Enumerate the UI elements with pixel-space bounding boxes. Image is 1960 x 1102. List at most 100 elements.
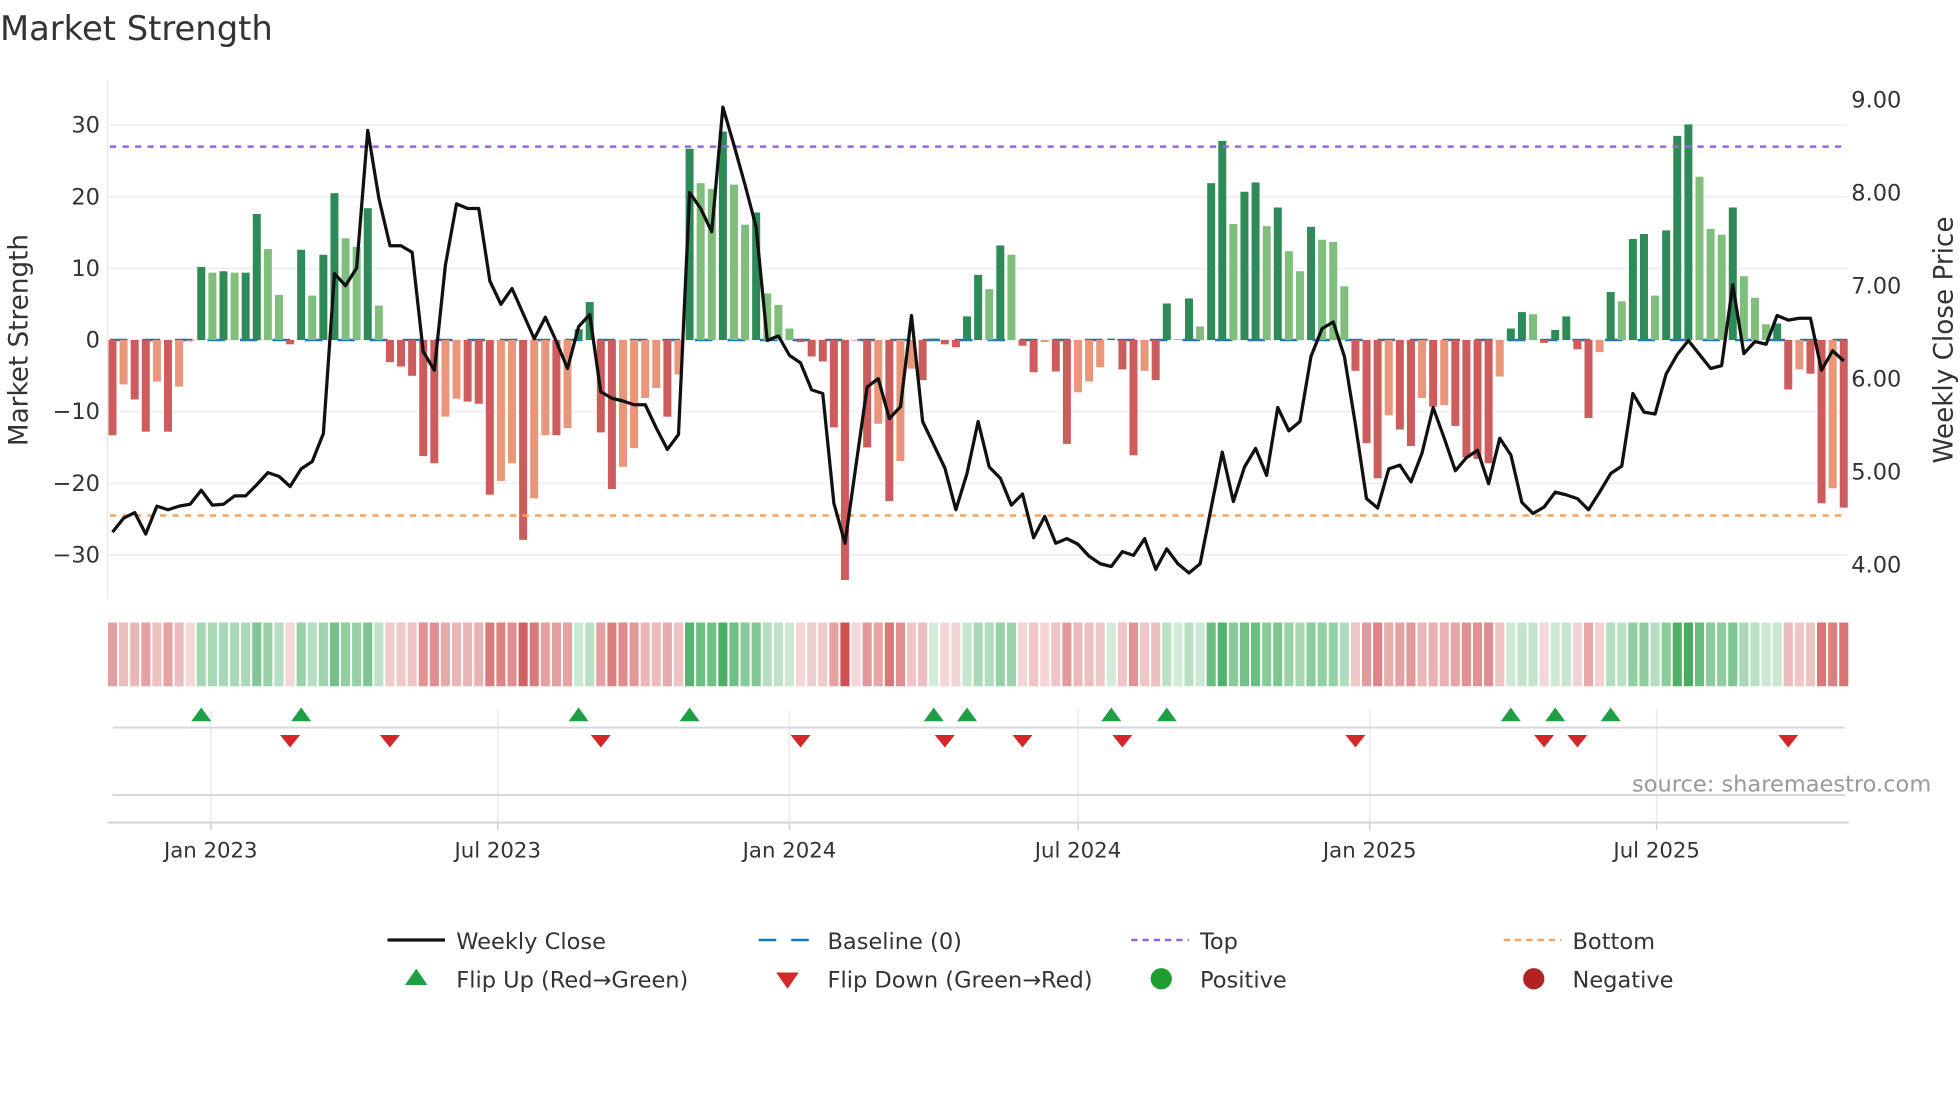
heat-cell xyxy=(485,622,495,687)
strength-bar xyxy=(252,213,261,340)
heat-cell xyxy=(1017,622,1028,687)
strength-bar xyxy=(1418,340,1427,399)
legend-item-down: Flip Down (Green→Red) xyxy=(776,968,1093,994)
heat-cell xyxy=(141,622,151,687)
flip-up-marker xyxy=(923,707,944,722)
heat-cell xyxy=(119,622,129,687)
heat-cell xyxy=(1728,622,1738,687)
heat-cell xyxy=(1251,622,1261,687)
heat-cell xyxy=(285,622,295,687)
heat-cell xyxy=(607,622,617,687)
heat-cell xyxy=(1783,622,1793,687)
flip-up-marker xyxy=(191,707,212,722)
legend-label: Negative xyxy=(1573,968,1674,994)
legend-label: Bottom xyxy=(1573,929,1656,955)
heat-cell xyxy=(1495,622,1505,687)
heat-cell xyxy=(1084,622,1094,687)
strength-bar xyxy=(286,340,295,345)
strength-bar xyxy=(1162,303,1171,340)
strength-bar xyxy=(163,340,172,432)
heat-cell xyxy=(1350,622,1360,687)
legend: Weekly Close Baseline (0) Top Bottom Flip Up… xyxy=(387,929,1673,994)
heat-cell xyxy=(1461,622,1471,687)
strength-bar xyxy=(1240,191,1249,340)
heat-cell xyxy=(862,622,872,687)
flip-down-marker xyxy=(1112,735,1133,748)
flip-down-marker xyxy=(1778,735,1799,748)
strength-bar xyxy=(1085,340,1094,382)
strength-bar xyxy=(1451,340,1460,426)
heat-cell xyxy=(951,622,961,687)
heat-cell xyxy=(507,622,517,687)
strength-bar xyxy=(963,316,972,340)
positive-dot-icon xyxy=(1150,968,1172,990)
heat-cell xyxy=(840,622,850,687)
legend-label: Positive xyxy=(1200,968,1287,994)
market-strength-chart: Market Strength 30 20 10 0 −10 −20 −30 9.00 8.0… xyxy=(0,9,1960,994)
heat-cell xyxy=(1639,622,1649,687)
heat-cell xyxy=(1361,622,1372,687)
left-axis-label: Market Strength xyxy=(5,234,35,446)
y2-tick-label: 6.00 xyxy=(1851,367,1901,393)
strength-bar xyxy=(274,294,283,340)
heat-cell xyxy=(130,622,140,687)
heat-cell xyxy=(618,622,628,687)
heat-cell xyxy=(1140,622,1150,687)
heat-cell xyxy=(1395,622,1405,687)
strength-bar xyxy=(1395,340,1404,430)
strength-bar xyxy=(852,340,861,341)
heat-cell xyxy=(829,622,839,687)
flip-up-marker xyxy=(1545,707,1566,722)
heat-cell xyxy=(807,622,817,687)
strength-bar xyxy=(1096,340,1105,368)
heat-cell xyxy=(1595,622,1605,687)
heat-cell xyxy=(873,622,883,687)
heat-cell xyxy=(1472,622,1483,687)
heat-cell xyxy=(252,622,262,687)
strength-bar xyxy=(796,340,805,343)
left-axis-ticks: 30 20 10 0 −10 −20 −30 xyxy=(53,113,100,569)
heat-cell xyxy=(1672,622,1682,687)
x-tick-label: Jul 2025 xyxy=(1611,839,1699,864)
strength-bar xyxy=(1639,233,1648,340)
legend-item-top: Top xyxy=(1131,929,1238,955)
heat-cell xyxy=(596,622,606,687)
heat-cell xyxy=(918,622,928,687)
heat-cell xyxy=(796,622,806,687)
heat-cell xyxy=(1694,622,1705,687)
heat-cell xyxy=(1051,622,1061,687)
strength-bar xyxy=(397,340,406,367)
legend-label: Flip Up (Red→Green) xyxy=(456,968,688,994)
strength-bar xyxy=(219,271,228,340)
heat-cell xyxy=(1739,622,1749,687)
strength-bar xyxy=(1784,340,1793,390)
heat-cell xyxy=(1617,622,1627,687)
heat-cell xyxy=(1162,622,1172,687)
strength-bar xyxy=(630,340,639,449)
heat-cell xyxy=(1450,622,1460,687)
heat-cell xyxy=(1029,622,1039,687)
legend-item-neg: Negative xyxy=(1523,968,1673,994)
heat-cell xyxy=(1550,622,1560,687)
legend-item-pos: Positive xyxy=(1150,968,1287,994)
strength-bar xyxy=(1440,340,1449,406)
heat-cell xyxy=(707,622,717,687)
strength-bar xyxy=(1495,340,1504,377)
heat-cell xyxy=(1239,622,1250,687)
y-tick-label: 20 xyxy=(71,184,100,210)
strength-bar xyxy=(452,340,461,399)
heat-cell xyxy=(1661,622,1671,687)
flip-down-marker xyxy=(934,735,955,748)
flip-up-marker xyxy=(1156,707,1177,722)
strength-bar xyxy=(929,338,938,340)
strength-bar xyxy=(741,224,750,340)
strength-bar xyxy=(341,238,350,340)
flip-up-marker xyxy=(1500,707,1521,722)
heat-cell xyxy=(895,622,905,687)
strength-bar xyxy=(641,340,650,399)
heat-cell xyxy=(1817,622,1827,687)
strength-bar xyxy=(1384,340,1393,416)
heat-cell xyxy=(818,622,828,687)
flip-down-marker xyxy=(1534,735,1555,748)
strength-bar xyxy=(541,340,550,436)
